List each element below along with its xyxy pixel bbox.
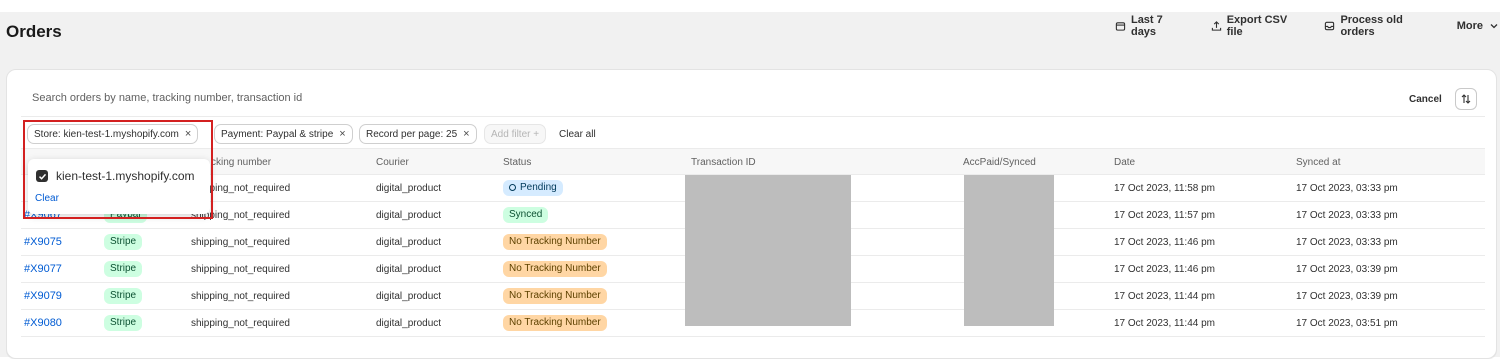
store-option[interactable]: kien-test-1.myshopify.com bbox=[36, 169, 195, 183]
order-link[interactable]: #X9077 bbox=[24, 263, 62, 275]
close-icon[interactable]: × bbox=[463, 128, 469, 140]
more-label: More bbox=[1456, 20, 1483, 32]
courier-cell: digital_product bbox=[376, 291, 442, 302]
close-icon[interactable]: × bbox=[185, 128, 191, 140]
status-badge: Pending bbox=[503, 180, 563, 196]
orders-card: Cancel Store: kien-test-1.myshopify.com … bbox=[6, 69, 1497, 359]
popover-clear-link[interactable]: Clear bbox=[35, 193, 59, 204]
header-actions: Last 7 days Export CSV file Process old … bbox=[1115, 14, 1500, 38]
divider bbox=[21, 116, 1485, 117]
tracking-cell: shipping_not_required bbox=[191, 264, 290, 275]
chevron-down-icon bbox=[1490, 24, 1498, 29]
filter-chip-store-label: Store: kien-test-1.myshopify.com bbox=[34, 128, 179, 140]
date-cell: 17 Oct 2023, 11:46 pm bbox=[1114, 237, 1215, 248]
synced-at-cell: 17 Oct 2023, 03:51 pm bbox=[1296, 318, 1398, 329]
payment-badge: Stripe bbox=[104, 234, 143, 250]
filter-chip-store[interactable]: Store: kien-test-1.myshopify.com × bbox=[27, 124, 199, 144]
payment-badge: Stripe bbox=[104, 261, 143, 277]
synced-at-cell: 17 Oct 2023, 03:33 pm bbox=[1296, 237, 1398, 248]
status-badge: No Tracking Number bbox=[503, 261, 607, 277]
status-badge: No Tracking Number bbox=[503, 288, 607, 304]
status-badge: No Tracking Number bbox=[503, 234, 607, 250]
synced-at-cell: 17 Oct 2023, 03:33 pm bbox=[1296, 183, 1398, 194]
add-filter-button[interactable]: Add filter + bbox=[484, 124, 547, 144]
calendar-icon bbox=[1115, 22, 1126, 31]
sort-icon bbox=[1461, 94, 1471, 104]
synced-at-cell: 17 Oct 2023, 03:39 pm bbox=[1296, 264, 1398, 275]
column-header-synced-at: Synced at bbox=[1296, 157, 1341, 168]
export-csv-button[interactable]: Export CSV file bbox=[1211, 14, 1300, 38]
process-old-orders-button[interactable]: Process old orders bbox=[1324, 14, 1431, 38]
process-old-orders-label: Process old orders bbox=[1340, 14, 1403, 38]
date-cell: 17 Oct 2023, 11:46 pm bbox=[1114, 264, 1215, 275]
courier-cell: digital_product bbox=[376, 183, 442, 194]
synced-at-cell: 17 Oct 2023, 03:33 pm bbox=[1296, 210, 1398, 221]
status-label: Pending bbox=[520, 182, 557, 193]
courier-cell: digital_product bbox=[376, 318, 442, 329]
date-cell: 17 Oct 2023, 11:44 pm bbox=[1114, 318, 1215, 329]
column-header-accpaid-synced: AccPaid/Synced bbox=[963, 157, 1036, 168]
app-frame: Orders Last 7 days Export CSV file Proce… bbox=[0, 12, 1500, 359]
status-badge: No Tracking Number bbox=[503, 315, 607, 331]
date-cell: 17 Oct 2023, 11:44 pm bbox=[1114, 291, 1215, 302]
page-title: Orders bbox=[6, 22, 62, 41]
last-7-days-button[interactable]: Last 7 days bbox=[1115, 14, 1186, 38]
column-header-status: Status bbox=[503, 157, 532, 168]
redacted-transaction-ids bbox=[685, 175, 851, 326]
filter-chip-payment-label: Payment: Paypal & stripe bbox=[221, 128, 334, 140]
search-input[interactable] bbox=[32, 92, 1132, 104]
column-header-transaction-id: Transaction ID bbox=[691, 157, 756, 168]
cancel-button[interactable]: Cancel bbox=[1409, 94, 1442, 105]
last-7-days-label: Last 7 days bbox=[1130, 14, 1163, 38]
date-cell: 17 Oct 2023, 11:58 pm bbox=[1114, 183, 1215, 194]
tracking-cell: shipping_not_required bbox=[191, 318, 290, 329]
payment-badge: Stripe bbox=[104, 315, 143, 331]
inbox-icon bbox=[1325, 21, 1335, 31]
date-cell: 17 Oct 2023, 11:57 pm bbox=[1114, 210, 1215, 221]
status-badge: Synced bbox=[503, 207, 549, 223]
checkbox-checked-icon[interactable] bbox=[36, 170, 48, 182]
more-actions-button[interactable]: More bbox=[1457, 18, 1500, 34]
column-header-tracking: cking number bbox=[211, 157, 272, 168]
export-csv-label: Export CSV file bbox=[1226, 14, 1288, 38]
courier-cell: digital_product bbox=[376, 264, 442, 275]
tracking-cell: shipping_not_required bbox=[191, 291, 290, 302]
export-icon bbox=[1211, 21, 1221, 31]
column-header-date: Date bbox=[1114, 157, 1136, 168]
store-filter-popover: kien-test-1.myshopify.com Clear bbox=[28, 159, 210, 214]
close-icon[interactable]: × bbox=[339, 128, 345, 140]
synced-at-cell: 17 Oct 2023, 03:39 pm bbox=[1296, 291, 1398, 302]
order-link[interactable]: #X9079 bbox=[24, 290, 62, 302]
add-filter-label: Add filter + bbox=[491, 128, 540, 140]
store-option-label: kien-test-1.myshopify.com bbox=[56, 169, 195, 183]
pending-icon bbox=[509, 184, 516, 191]
table-header: cking number Courier Status Transaction … bbox=[21, 148, 1485, 175]
courier-cell: digital_product bbox=[376, 210, 442, 221]
filter-chip-record[interactable]: Record per page: 25 × bbox=[359, 124, 477, 144]
tracking-cell: shipping_not_required bbox=[191, 237, 290, 248]
sort-button[interactable] bbox=[1455, 88, 1477, 110]
tracking-cell: pping_not_required bbox=[204, 183, 291, 194]
order-link[interactable]: #X9080 bbox=[24, 317, 62, 329]
courier-cell: digital_product bbox=[376, 237, 442, 248]
redacted-accpaid-values bbox=[964, 175, 1054, 326]
payment-badge: Stripe bbox=[104, 288, 143, 304]
filter-chip-record-label: Record per page: 25 bbox=[366, 128, 458, 140]
filter-chip-payment[interactable]: Payment: Paypal & stripe × bbox=[214, 124, 353, 144]
column-header-courier: Courier bbox=[376, 157, 409, 168]
clear-all-button[interactable]: Clear all bbox=[559, 129, 596, 140]
order-link[interactable]: #X9075 bbox=[24, 236, 62, 248]
